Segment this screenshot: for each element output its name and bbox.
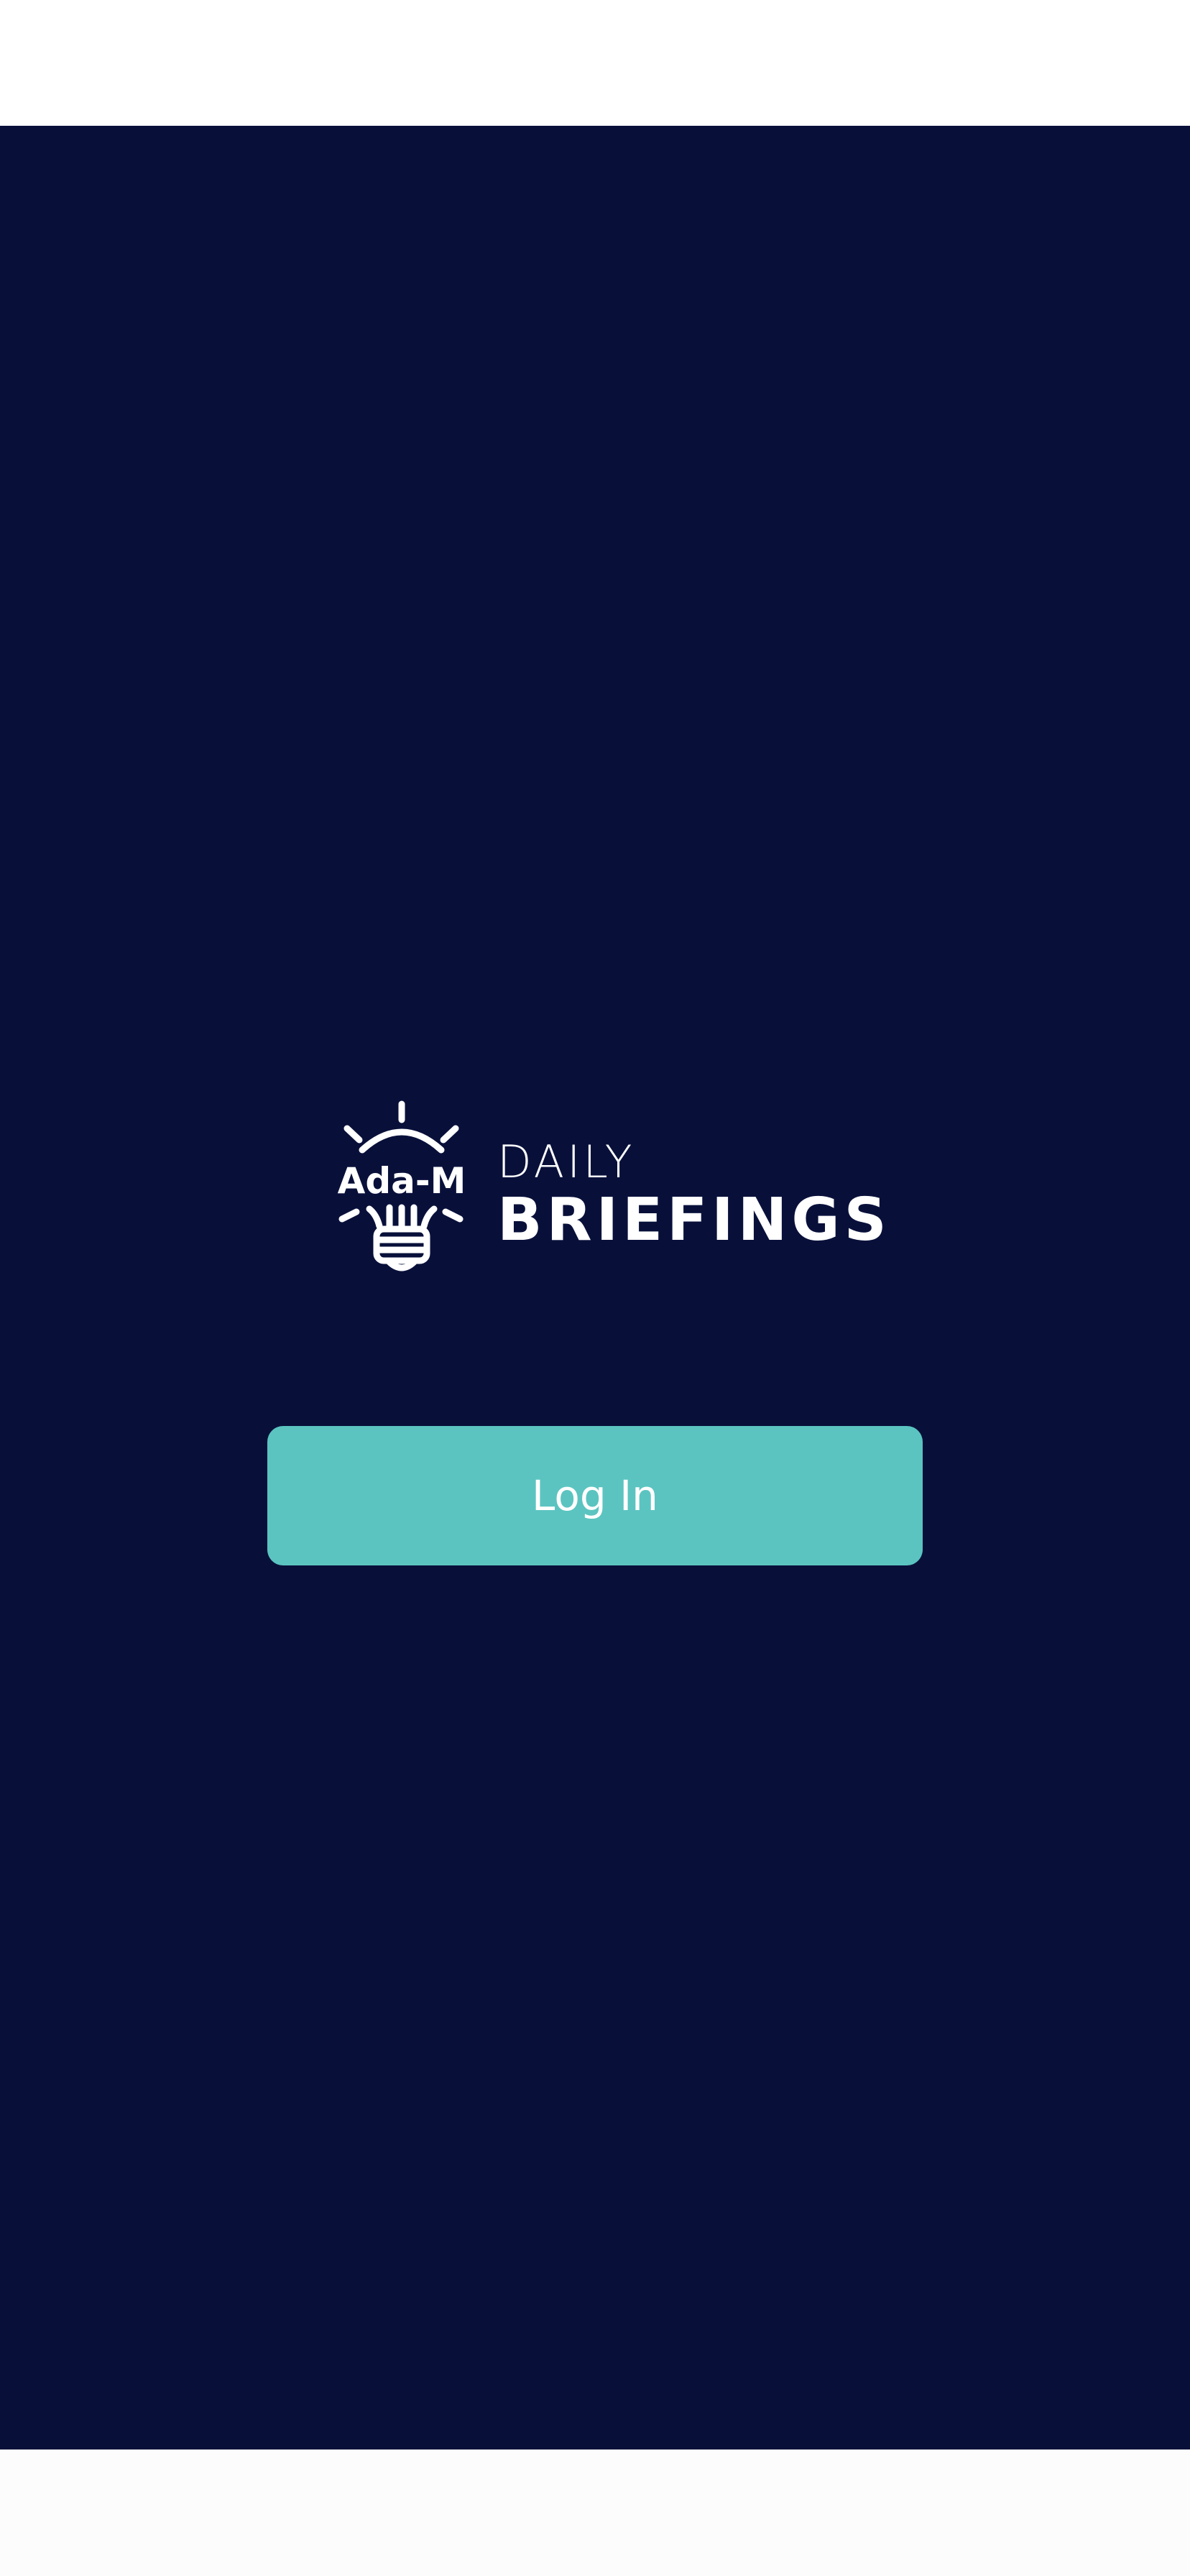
login-button[interactable]: Log In	[267, 1426, 923, 1565]
logo-line-daily: DAILY	[497, 1136, 635, 1188]
login-screen	[0, 126, 1190, 2450]
logo-line-briefings: BRIEFINGS	[497, 1186, 891, 1254]
logo-wordmark: DAILY BRIEFINGS	[497, 1138, 891, 1255]
logo-icon-text: Ada-M	[338, 1160, 466, 1202]
app-logo: Ada-M DAILY BRIEFINGS	[332, 1100, 887, 1287]
lightbulb-icon: Ada-M	[338, 1100, 466, 1271]
status-bar	[0, 0, 1190, 126]
navigation-bar	[0, 2450, 1190, 2576]
